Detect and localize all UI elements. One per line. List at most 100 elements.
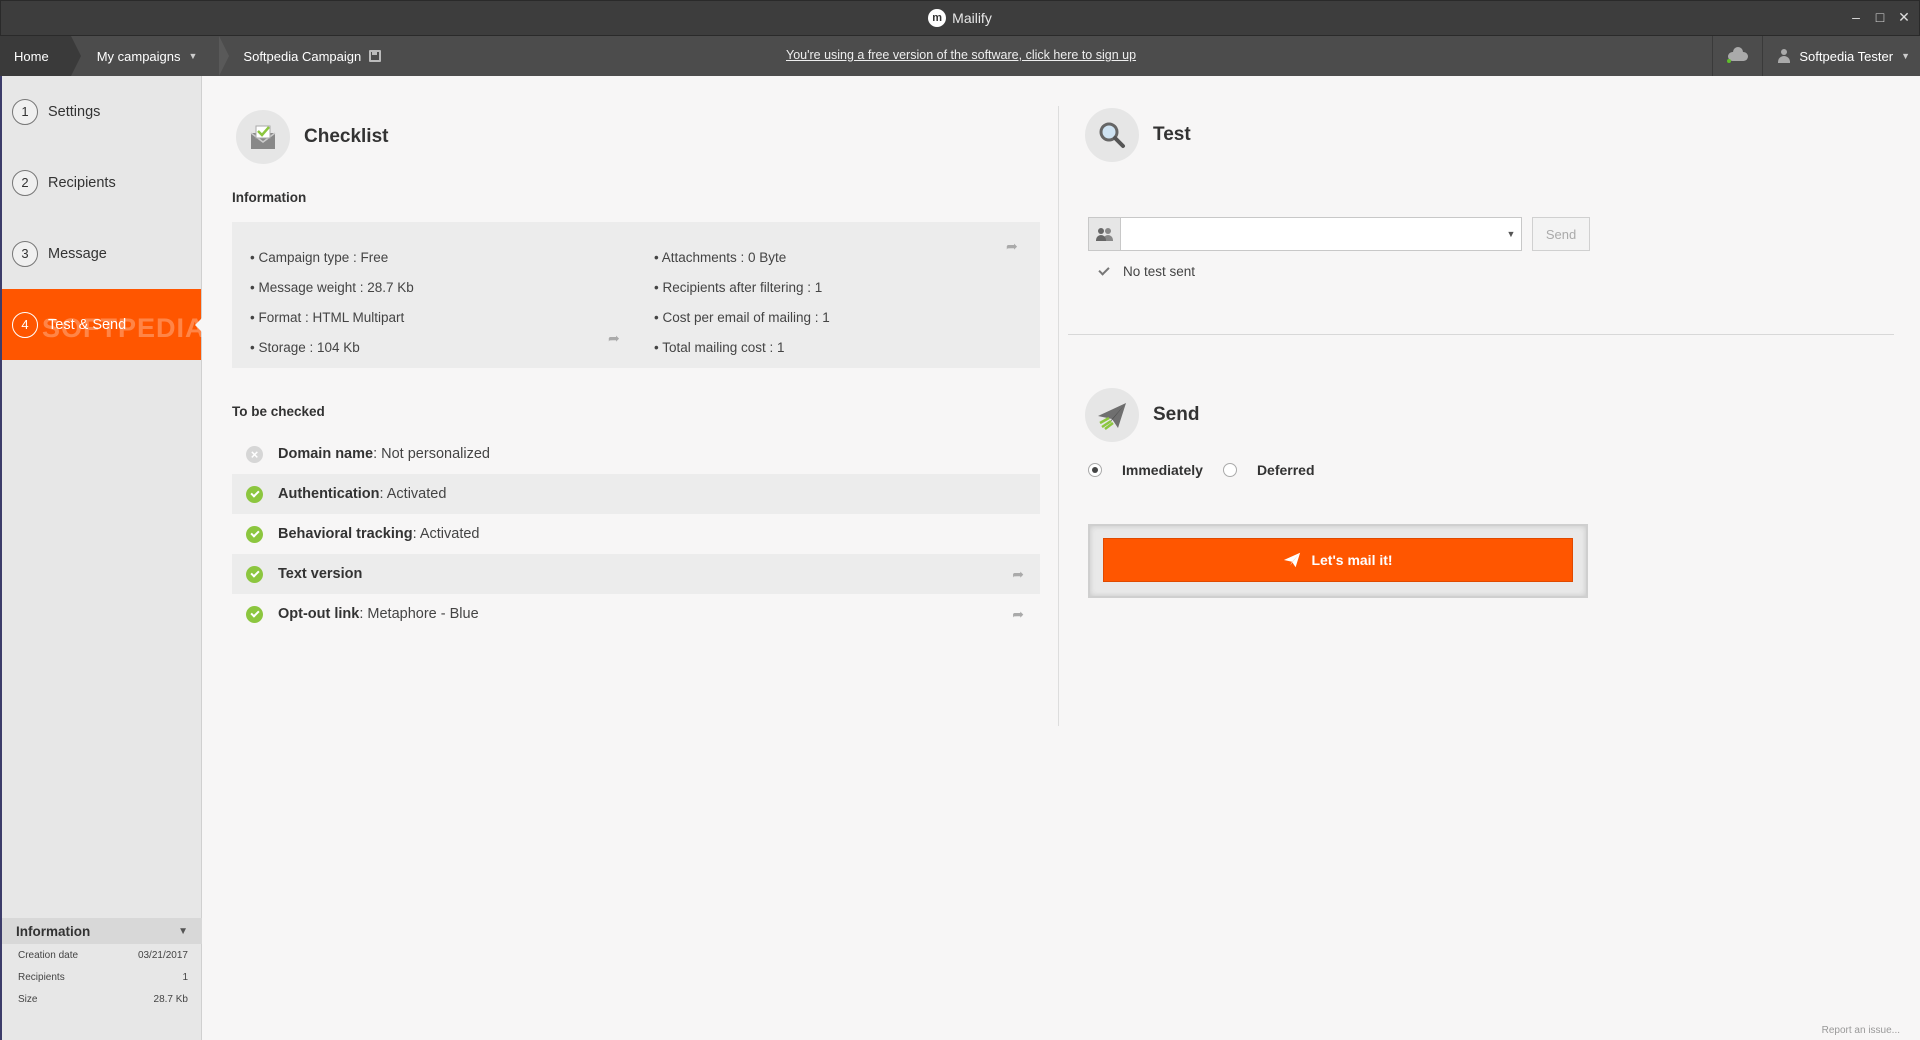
breadcrumb-current-campaign[interactable]: Softpedia Campaign <box>219 36 397 76</box>
minimize-button[interactable]: ‒ <box>1849 9 1863 26</box>
check-circle-icon <box>246 485 263 503</box>
info-list-right: • Attachments : 0 Byte • Recipients afte… <box>654 242 830 362</box>
column-divider <box>1058 106 1059 726</box>
section-divider <box>1068 334 1894 335</box>
immediately-label: Immediately <box>1122 462 1203 478</box>
check-item-name: Opt-out link <box>278 606 360 622</box>
to-be-checked-heading: To be checked <box>232 404 325 419</box>
info-format: • Format : HTML Multipart <box>250 309 405 325</box>
check-circle-icon <box>246 565 263 583</box>
deferred-radio[interactable] <box>1222 463 1237 477</box>
test-recipient-combo: ▼ <box>1088 217 1522 251</box>
window-title: Mailify <box>952 10 992 26</box>
step-number: 2 <box>12 169 38 196</box>
title-bar: m Mailify ‒ □ ✕ <box>0 0 1920 36</box>
send-timing-options: Immediately Deferred <box>1088 462 1315 478</box>
info-row-size: Size 28.7 Kb <box>2 988 202 1010</box>
info-value: 28.7 Kb <box>153 993 188 1005</box>
cross-circle-icon <box>246 445 263 463</box>
test-title: Test <box>1153 124 1191 145</box>
sync-status-dot <box>1727 59 1732 63</box>
info-value: 03/21/2017 <box>137 949 188 961</box>
share-arrow-icon[interactable]: ➦ <box>1006 238 1018 255</box>
breadcrumb-my-campaigns[interactable]: My campaigns ▼ <box>70 36 230 76</box>
user-menu[interactable]: Softpedia Tester ▼ <box>1762 36 1920 76</box>
save-icon[interactable] <box>369 50 382 62</box>
information-heading: Information <box>232 190 307 205</box>
envelope-check-icon <box>236 110 290 164</box>
deferred-label: Deferred <box>1256 462 1315 478</box>
info-value: 1 <box>182 971 188 983</box>
cloud-sync-button[interactable] <box>1712 36 1762 76</box>
info-message-weight: • Message weight : 28.7 Kb <box>250 279 414 295</box>
test-email-input[interactable] <box>1121 218 1501 250</box>
step-message[interactable]: 3 Message <box>2 218 201 289</box>
contacts-button[interactable] <box>1089 218 1121 250</box>
mailify-logo-icon: m <box>928 9 947 27</box>
checklist-items: Domain name : Not personalized Authentic… <box>232 434 1040 634</box>
campaign-info-panel: Information ▼ Creation date 03/21/2017 R… <box>2 918 202 1040</box>
test-header: Test <box>1085 108 1191 162</box>
breadcrumb-home[interactable]: Home <box>0 36 81 76</box>
immediately-radio[interactable] <box>1088 463 1102 477</box>
step-label: Message <box>48 245 107 262</box>
info-cost-per-email: • Cost per email of mailing : 1 <box>654 309 830 325</box>
check-item-value: : Metaphore - Blue <box>359 606 479 622</box>
breadcrumb-current-label: Softpedia Campaign <box>243 48 362 64</box>
nav-bar: Home My campaigns ▼ Softpedia Campaign Y… <box>0 36 1920 76</box>
mail-it-container: Let's mail it! <box>1088 524 1588 598</box>
info-row-creation-date: Creation date 03/21/2017 <box>2 944 202 966</box>
check-item-name: Behavioral tracking <box>278 526 413 542</box>
step-number: 1 <box>12 98 38 125</box>
send-test-button[interactable]: Send <box>1532 217 1590 251</box>
info-label: Size <box>18 993 38 1005</box>
info-panel-title: Information <box>16 923 91 939</box>
share-arrow-icon[interactable]: ➦ <box>1012 606 1024 623</box>
info-panel-toggle[interactable]: Information ▼ <box>2 918 202 944</box>
chevron-down-icon: ▼ <box>1901 51 1910 61</box>
check-behavioral-tracking: Behavioral tracking : Activated <box>232 514 1040 554</box>
breadcrumb-home-label: Home <box>14 48 49 64</box>
step-test-and-send[interactable]: 4 Test & Send SOFTPEDIA <box>2 289 205 360</box>
send-title: Send <box>1153 404 1200 425</box>
test-status-text: No test sent <box>1123 264 1196 279</box>
step-number: 4 <box>12 311 38 338</box>
information-box: • Campaign type : Free • Message weight … <box>232 222 1040 368</box>
check-opt-out-link: Opt-out link : Metaphore - Blue ➦ <box>232 594 1040 634</box>
check-item-value: : Activated <box>379 486 447 502</box>
chevron-down-icon: ▼ <box>178 925 188 937</box>
contacts-icon <box>1095 228 1114 241</box>
share-arrow-icon[interactable]: ➦ <box>1012 566 1024 583</box>
step-recipients[interactable]: 2 Recipients <box>2 147 201 218</box>
checklist-title: Checklist <box>304 126 389 147</box>
steps-sidebar: 1 Settings 2 Recipients 3 Message 4 Test… <box>0 76 205 1040</box>
chevron-down-icon[interactable]: ▼ <box>1501 218 1521 250</box>
info-recipients-after-filtering: • Recipients after filtering : 1 <box>654 279 823 295</box>
check-item-value: : Not personalized <box>373 446 490 462</box>
maximize-button[interactable]: □ <box>1873 9 1887 26</box>
test-status: No test sent <box>1098 264 1196 279</box>
check-item-name: Text version <box>278 566 363 582</box>
nav-right: Softpedia Tester ▼ <box>1712 36 1920 76</box>
info-attachments: • Attachments : 0 Byte <box>654 249 787 265</box>
step-settings[interactable]: 1 Settings <box>2 76 201 147</box>
step-label: Test & Send <box>48 316 127 333</box>
share-arrow-icon[interactable]: ➦ <box>608 330 620 347</box>
lets-mail-it-button[interactable]: Let's mail it! <box>1103 538 1573 582</box>
paper-plane-icon <box>1284 552 1301 568</box>
check-icon <box>1098 264 1110 276</box>
info-label: Recipients <box>18 971 65 983</box>
info-total-cost: • Total mailing cost : 1 <box>654 339 785 355</box>
report-issue-link[interactable]: Report an issue... <box>1822 1025 1900 1036</box>
user-icon <box>1777 49 1791 63</box>
step-label: Recipients <box>48 174 116 191</box>
step-number: 3 <box>12 240 38 267</box>
free-version-signup-link[interactable]: You're using a free version of the softw… <box>786 48 1136 62</box>
info-row-recipients: Recipients 1 <box>2 966 202 988</box>
close-button[interactable]: ✕ <box>1897 9 1911 26</box>
user-name: Softpedia Tester <box>1799 48 1894 64</box>
checklist-header: Checklist <box>236 110 388 164</box>
check-circle-icon <box>246 525 263 543</box>
check-item-value: : Activated <box>412 526 480 542</box>
mail-button-label: Let's mail it! <box>1311 552 1393 568</box>
